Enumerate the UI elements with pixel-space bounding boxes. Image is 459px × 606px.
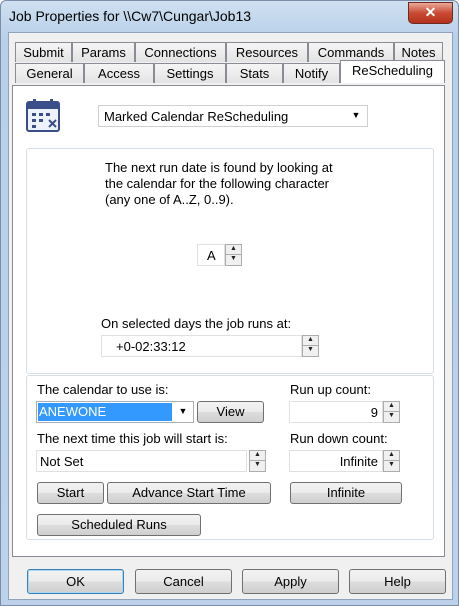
spin-up-icon[interactable]: ▲ — [384, 402, 399, 412]
rescheduling-mode-value: Marked Calendar ReScheduling — [104, 109, 289, 124]
tab-resources[interactable]: Resources — [226, 42, 308, 62]
character-value: A — [207, 248, 216, 263]
run-up-value: 9 — [370, 405, 378, 420]
tab-notify[interactable]: Notify — [283, 63, 340, 83]
scheduled-runs-button[interactable]: Scheduled Runs — [37, 514, 201, 536]
cancel-button-label: Cancel — [163, 574, 204, 589]
tab-notes[interactable]: Notes — [394, 42, 443, 62]
tab-rescheduling[interactable]: ReScheduling — [340, 60, 445, 83]
spin-up-icon[interactable]: ▲ — [250, 451, 265, 461]
cancel-button[interactable]: Cancel — [135, 569, 232, 594]
job-properties-window: Job Properties for \\Cw7\Cungar\Job13 ✕ … — [0, 0, 459, 606]
character-field[interactable]: A — [197, 244, 225, 266]
character-spinner[interactable]: ▲ ▼ — [225, 244, 242, 266]
runs-at-spinner[interactable]: ▲ ▼ — [302, 335, 319, 357]
ok-button-label: OK — [66, 574, 85, 589]
runs-at-value: +0-02:33:12 — [116, 339, 186, 354]
apply-button-label: Apply — [274, 574, 307, 589]
description-line-1: The next run date is found by looking at — [105, 160, 333, 175]
spin-up-icon[interactable]: ▲ — [384, 451, 399, 461]
view-button-label: View — [216, 404, 245, 419]
next-time-label: The next time this job will start is: — [37, 431, 228, 446]
infinite-button-label: Infinite — [326, 485, 366, 500]
next-time-spinner[interactable]: ▲ ▼ — [249, 450, 266, 472]
close-icon: ✕ — [424, 4, 437, 20]
start-button[interactable]: Start — [37, 482, 104, 504]
run-up-label: Run up count: — [290, 382, 371, 397]
advance-start-time-label: Advance Start Time — [132, 485, 246, 500]
rescheduling-mode-dropdown[interactable]: Marked Calendar ReScheduling ▼ — [98, 105, 368, 127]
spin-up-icon[interactable]: ▲ — [226, 245, 241, 255]
tab-general[interactable]: General — [15, 63, 84, 83]
run-down-value: Infinite — [339, 454, 378, 469]
calendar-character-group: The next run date is found by looking at… — [26, 148, 434, 374]
calendar-icon — [25, 98, 63, 134]
runs-at-label: On selected days the job runs at: — [101, 316, 292, 331]
description-line-2: the calendar for the following character — [105, 176, 330, 191]
window-title: Job Properties for \\Cw7\Cungar\Job13 — [9, 8, 252, 24]
spin-down-icon[interactable]: ▼ — [303, 346, 318, 356]
tab-settings[interactable]: Settings — [154, 63, 226, 83]
spin-down-icon[interactable]: ▼ — [384, 412, 399, 422]
calendar-label: The calendar to use is: — [37, 382, 169, 397]
spin-up-icon[interactable]: ▲ — [303, 336, 318, 346]
apply-button[interactable]: Apply — [242, 569, 339, 594]
chevron-down-icon: ▼ — [351, 110, 361, 120]
run-down-field[interactable]: Infinite — [289, 450, 383, 472]
run-up-field[interactable]: 9 — [289, 401, 383, 423]
title-bar[interactable]: Job Properties for \\Cw7\Cungar\Job13 ✕ — [1, 1, 458, 31]
view-button[interactable]: View — [197, 401, 264, 423]
calendar-combobox[interactable]: ANEWONE ▼ — [36, 401, 194, 423]
tab-params[interactable]: Params — [72, 42, 135, 62]
rescheduling-panel: Marked Calendar ReScheduling ▼ The next … — [12, 85, 445, 557]
run-up-spinner[interactable]: ▲ ▼ — [383, 401, 400, 423]
calendar-settings-group: The calendar to use is: ANEWONE ▼ View T… — [26, 375, 434, 540]
spin-down-icon[interactable]: ▼ — [384, 461, 399, 471]
ok-button[interactable]: OK — [27, 569, 124, 594]
calendar-value: ANEWONE — [38, 403, 172, 421]
run-down-spinner[interactable]: ▲ ▼ — [383, 450, 400, 472]
tab-submit[interactable]: Submit — [15, 42, 72, 62]
tab-connections[interactable]: Connections — [135, 42, 226, 62]
next-time-value: Not Set — [40, 454, 84, 469]
description-line-3: (any one of A..Z, 0..9). — [105, 192, 234, 207]
next-time-field[interactable]: Not Set — [36, 450, 247, 472]
infinite-button[interactable]: Infinite — [290, 482, 402, 504]
run-down-label: Run down count: — [290, 431, 388, 446]
advance-start-time-button[interactable]: Advance Start Time — [107, 482, 271, 504]
tab-commands[interactable]: Commands — [308, 42, 394, 62]
help-button[interactable]: Help — [349, 569, 446, 594]
scheduled-runs-label: Scheduled Runs — [71, 517, 167, 532]
tab-stats[interactable]: Stats — [226, 63, 283, 83]
chevron-down-icon: ▼ — [178, 406, 188, 416]
start-button-label: Start — [56, 485, 85, 500]
help-button-label: Help — [384, 574, 411, 589]
spin-down-icon[interactable]: ▼ — [226, 255, 241, 265]
tab-access[interactable]: Access — [84, 63, 154, 83]
runs-at-field[interactable]: +0-02:33:12 — [101, 335, 302, 357]
spin-down-icon[interactable]: ▼ — [250, 461, 265, 471]
close-button[interactable]: ✕ — [408, 2, 453, 24]
